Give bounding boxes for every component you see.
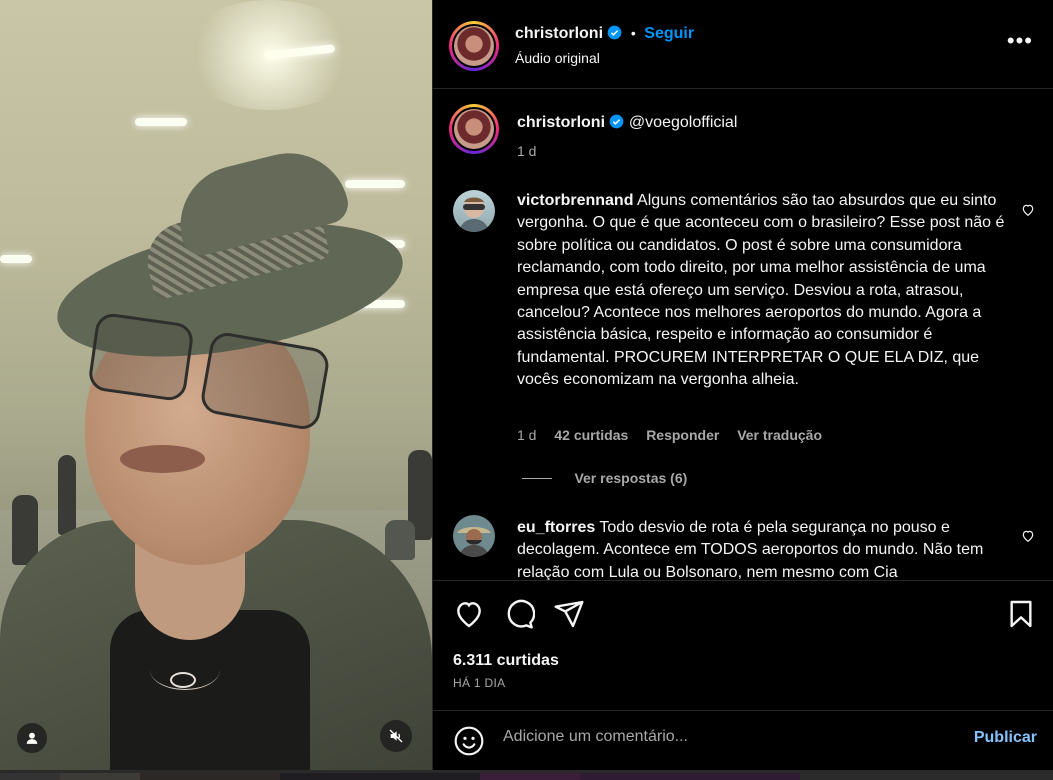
comment-username[interactable]: eu_ftorres: [517, 519, 595, 536]
ceiling-light: [0, 255, 32, 263]
comment-item: victorbrennand Alguns comentários são ta…: [517, 190, 1007, 392]
comment-body: Alguns comentários são tao absurdos que …: [517, 192, 1005, 389]
glasses-lens-left: [87, 311, 195, 403]
caption-mention[interactable]: @voegolofficial: [629, 114, 737, 131]
avatar-image: [457, 527, 491, 557]
caption-meta: 1 d: [517, 143, 546, 159]
caption-author-avatar[interactable]: [449, 104, 499, 154]
comment-like-icon[interactable]: [1021, 529, 1035, 543]
post-actions: 6.311 curtidas HÁ 1 DIA: [433, 580, 1053, 718]
mute-button[interactable]: [380, 720, 412, 752]
more-icon: •••: [1006, 28, 1033, 53]
ceiling-light: [345, 180, 405, 188]
author-username[interactable]: christorloni: [515, 25, 603, 42]
caption: christorloni @voegolofficial: [517, 112, 1007, 134]
author-avatar[interactable]: [449, 21, 499, 71]
comment-likes[interactable]: 42 curtidas: [554, 427, 628, 443]
light-glow: [180, 0, 360, 110]
luggage: [385, 520, 415, 560]
add-comment-bar: Publicar: [433, 710, 1053, 770]
comment-username[interactable]: victorbrennand: [517, 192, 633, 209]
reply-button[interactable]: Responder: [646, 427, 719, 443]
lips: [120, 445, 205, 473]
verified-icon: [608, 25, 622, 40]
publish-button[interactable]: Publicar: [974, 729, 1037, 747]
replies-divider: [522, 478, 552, 480]
bookmark-icon[interactable]: [1005, 598, 1037, 630]
more-options-button[interactable]: •••: [1007, 30, 1033, 52]
mute-icon: [389, 729, 403, 743]
view-replies-label: Ver respostas (6): [574, 470, 688, 486]
likes-count[interactable]: 6.311 curtidas: [453, 652, 559, 670]
comment-meta: 1 d 42 curtidas Responder Ver tradução: [517, 427, 832, 443]
separator: •: [630, 25, 636, 41]
comments-list[interactable]: christorloni @voegolofficial 1 d victorb…: [433, 90, 1053, 580]
caption-username[interactable]: christorloni: [517, 114, 605, 131]
comment-age: 1 d: [517, 427, 537, 443]
follow-button[interactable]: Seguir: [644, 25, 694, 42]
view-replies-button[interactable]: Ver respostas (6): [522, 470, 687, 488]
post-date[interactable]: HÁ 1 DIA: [453, 676, 505, 690]
post-media-video[interactable]: [0, 0, 432, 770]
comment-input[interactable]: [503, 728, 943, 746]
verified-icon: [610, 114, 624, 129]
avatar-image: [454, 109, 494, 149]
post-header: christorloni • Seguir Áudio original •••: [433, 0, 1053, 89]
user-tag-icon: [26, 732, 38, 744]
emoji-icon[interactable]: [453, 725, 485, 757]
heart-icon[interactable]: [453, 598, 485, 630]
user-tag-button[interactable]: [17, 723, 47, 753]
comment-item: eu_ftorres Todo desvio de rota é pela se…: [517, 517, 1007, 580]
avatar-image: [454, 26, 494, 66]
audio-link[interactable]: Áudio original: [515, 50, 600, 66]
author-line: christorloni • Seguir: [515, 25, 694, 43]
translate-button[interactable]: Ver tradução: [737, 427, 822, 443]
avatar-image: [459, 197, 489, 232]
share-icon[interactable]: [553, 598, 585, 630]
background-person: [58, 455, 76, 535]
comment-like-icon[interactable]: [1021, 203, 1035, 217]
post-panel: christorloni • Seguir Áudio original •••…: [432, 0, 1053, 770]
background-feed-strip: [0, 770, 1053, 780]
commenter-avatar[interactable]: [453, 190, 495, 232]
ceiling-light: [135, 118, 187, 126]
comment-icon[interactable]: [503, 598, 535, 630]
caption-age: 1 d: [517, 143, 537, 159]
necklace-pendant: [170, 672, 196, 688]
commenter-avatar[interactable]: [453, 515, 495, 557]
